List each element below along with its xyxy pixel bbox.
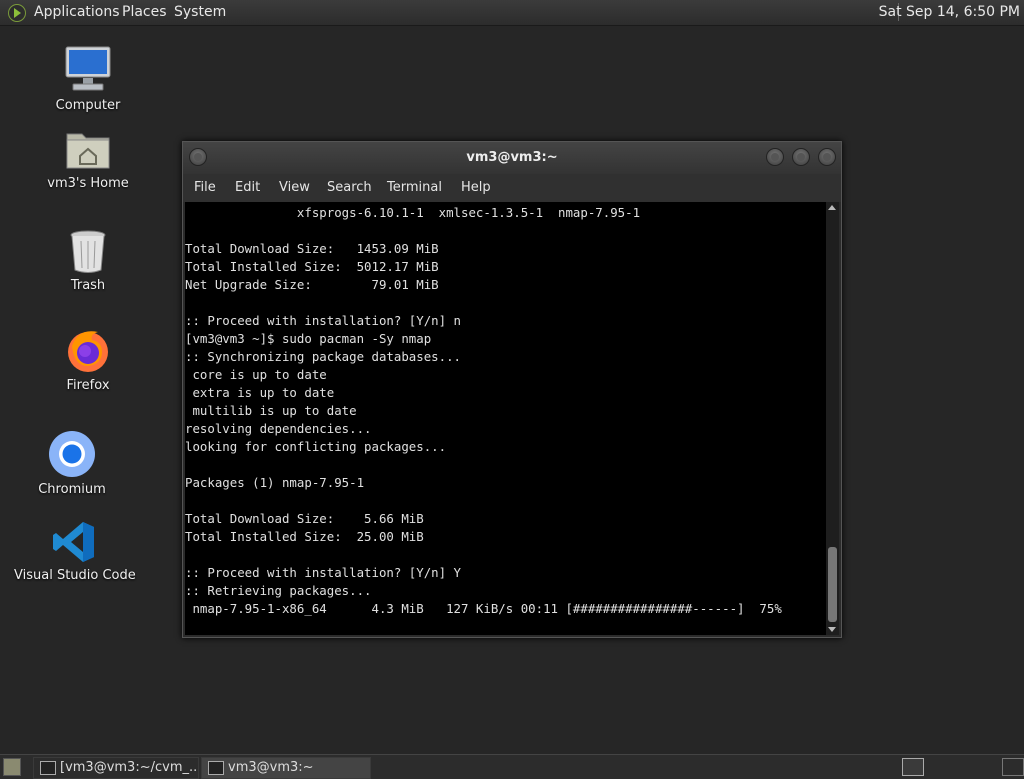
firefox-icon: [64, 326, 112, 374]
terminal-window[interactable]: vm3@vm3:~ File Edit View Search Terminal…: [182, 141, 842, 638]
trash-icon: [68, 228, 108, 274]
terminal-line: looking for conflicting packages...: [185, 439, 447, 454]
menu-search[interactable]: Search: [327, 180, 372, 195]
chromium-icon: [48, 430, 96, 478]
terminal-line: xfsprogs-6.10.1-1 xmlsec-1.3.5-1 nmap-7.…: [185, 205, 641, 220]
scroll-up-icon[interactable]: [828, 205, 836, 210]
computer-icon: [63, 44, 113, 94]
terminal-line: :: Proceed with installation? [Y/n] Y: [185, 565, 462, 580]
close-icon[interactable]: [818, 148, 836, 166]
terminal-line: multilib is up to date: [185, 403, 357, 418]
taskbar-item-active[interactable]: vm3@vm3:~: [201, 757, 371, 779]
system-menu[interactable]: System: [174, 4, 226, 20]
places-menu[interactable]: Places: [122, 4, 167, 20]
workspace-switcher-2[interactable]: [1002, 758, 1024, 776]
taskbar-item-label: [vm3@vm3:~/cvm_...: [60, 760, 199, 775]
terminal-line: extra is up to date: [185, 385, 335, 400]
terminal-titlebar[interactable]: vm3@vm3:~: [183, 142, 841, 174]
desktop-label-vscode: Visual Studio Code: [14, 568, 136, 583]
menu-view[interactable]: View: [279, 180, 310, 195]
terminal-line: Total Download Size: 5.66 MiB: [185, 511, 424, 526]
taskbar-item[interactable]: [vm3@vm3:~/cvm_...: [33, 757, 199, 779]
clock[interactable]: Sat Sep 14, 6:50 PM: [879, 4, 1020, 20]
desktop-icon-trash[interactable]: Trash: [48, 228, 128, 293]
terminal-line: core is up to date: [185, 367, 327, 382]
terminal-menubar: File Edit View Search Terminal Help: [183, 174, 841, 202]
home-folder-icon: [64, 126, 112, 172]
terminal-line: [vm3@vm3 ~]$ sudo pacman -Sy nmap: [185, 331, 432, 346]
terminal-icon: [208, 761, 224, 775]
workspace-switcher-1[interactable]: [902, 758, 924, 776]
desktop-label-computer: Computer: [55, 98, 121, 113]
scrollbar-thumb[interactable]: [828, 547, 837, 622]
bottom-panel: [vm3@vm3:~/cvm_... vm3@vm3:~: [0, 754, 1024, 779]
desktop-icon-computer[interactable]: Computer: [48, 44, 128, 113]
applications-menu[interactable]: Applications: [34, 4, 120, 20]
desktop-icon-home[interactable]: vm3's Home: [43, 126, 133, 191]
desktop-label-trash: Trash: [70, 278, 106, 293]
terminal-line: Net Upgrade Size: 79.01 MiB: [185, 277, 439, 292]
desktop-icon-firefox[interactable]: Firefox: [48, 326, 128, 393]
menu-terminal[interactable]: Terminal: [387, 180, 442, 195]
maximize-icon[interactable]: [792, 148, 810, 166]
terminal-scrollbar[interactable]: [826, 202, 839, 635]
applications-logo-icon[interactable]: [8, 4, 26, 22]
vscode-icon: [52, 520, 96, 564]
menu-help[interactable]: Help: [461, 180, 491, 195]
terminal-line: Total Download Size: 1453.09 MiB: [185, 241, 439, 256]
top-panel: Applications Places System Sat Sep 14, 6…: [0, 0, 1024, 26]
terminal-line: nmap-7.95-1-x86_64 4.3 MiB 127 KiB/s 00:…: [185, 601, 782, 616]
scroll-down-icon[interactable]: [828, 627, 836, 632]
menu-edit[interactable]: Edit: [235, 180, 260, 195]
desktop-icon-vscode[interactable]: Visual Studio Code: [14, 520, 136, 583]
terminal-icon: [40, 761, 56, 775]
taskbar-item-label: vm3@vm3:~: [228, 760, 314, 775]
terminal-title: vm3@vm3:~: [466, 150, 558, 165]
desktop-label-home: vm3's Home: [47, 176, 129, 191]
terminal-line: Total Installed Size: 25.00 MiB: [185, 529, 424, 544]
terminal-line: :: Retrieving packages...: [185, 583, 372, 598]
desktop-label-chromium: Chromium: [38, 482, 106, 497]
terminal-line: Packages (1) nmap-7.95-1: [185, 475, 365, 490]
terminal-line: :: Proceed with installation? [Y/n] n: [185, 313, 462, 328]
terminal-output[interactable]: xfsprogs-6.10.1-1 xmlsec-1.3.5-1 nmap-7.…: [185, 202, 826, 635]
show-desktop-icon[interactable]: [3, 758, 21, 776]
terminal-line: Total Installed Size: 5012.17 MiB: [185, 259, 439, 274]
desktop-label-firefox: Firefox: [66, 378, 110, 393]
minimize-icon[interactable]: [766, 148, 784, 166]
terminal-line: :: Synchronizing package databases...: [185, 349, 462, 364]
desktop-icon-chromium[interactable]: Chromium: [32, 430, 112, 497]
menu-file[interactable]: File: [194, 180, 216, 195]
terminal-line: resolving dependencies...: [185, 421, 372, 436]
